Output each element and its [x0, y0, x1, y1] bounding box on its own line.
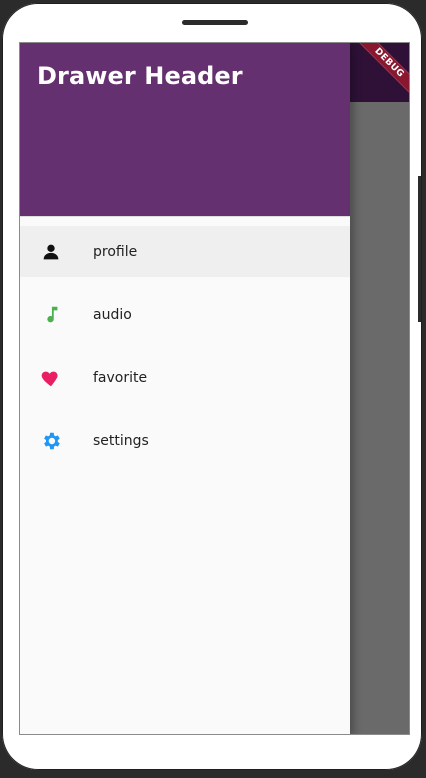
- menu-item-audio[interactable]: audio: [20, 289, 350, 340]
- gear-icon: [40, 430, 62, 452]
- menu-item-label: audio: [93, 306, 132, 323]
- side-button: [418, 176, 421, 322]
- menu-item-settings[interactable]: settings: [20, 415, 350, 466]
- device-frame: Drawer Header profile audio favorite set…: [0, 0, 426, 778]
- app-screen: Drawer Header profile audio favorite set…: [19, 42, 410, 735]
- navigation-drawer: Drawer Header profile audio favorite set…: [20, 43, 350, 734]
- menu-item-label: profile: [93, 243, 138, 260]
- speaker-slot: [182, 20, 248, 25]
- menu-item-label: settings: [93, 432, 149, 449]
- menu-item-label: favorite: [93, 369, 148, 386]
- menu-item-profile[interactable]: profile: [20, 226, 350, 277]
- heart-icon: [40, 367, 62, 389]
- drawer-header-title: Drawer Header: [37, 62, 243, 90]
- phone-shell: Drawer Header profile audio favorite set…: [2, 3, 422, 770]
- drawer-header: Drawer Header: [20, 43, 350, 217]
- person-icon: [40, 241, 62, 263]
- music-note-icon: [40, 304, 62, 326]
- menu-item-favorite[interactable]: favorite: [20, 352, 350, 403]
- drawer-menu: profile audio favorite settings: [20, 226, 350, 478]
